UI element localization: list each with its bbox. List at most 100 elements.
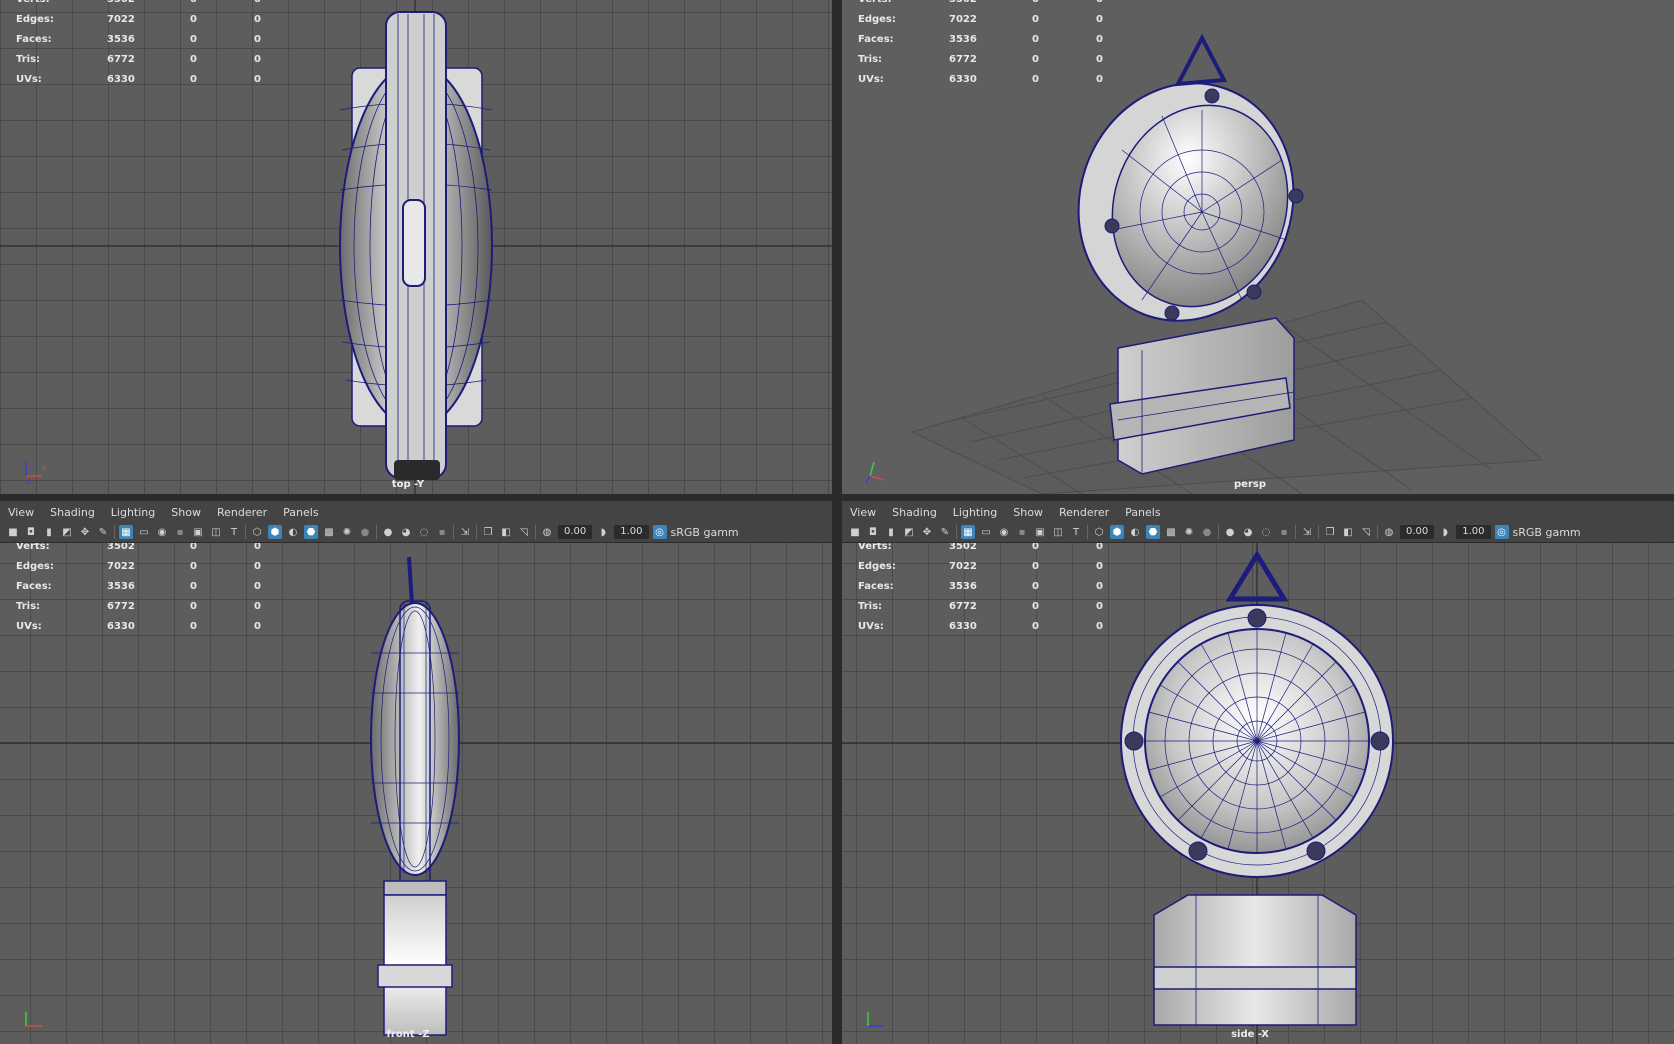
safe-action-icon[interactable]: ◫ xyxy=(1051,525,1065,539)
smooth-shade-icon[interactable]: ⬢ xyxy=(268,525,282,539)
image-plane-icon[interactable]: ◩ xyxy=(60,525,74,539)
viewport-persp[interactable]: Verts: 3502 0 0 Edges: 7022 0 0 Faces: 3536 0 0 T… xyxy=(842,0,1674,494)
viewport-side[interactable]: Verts: 3502 0 0 Edges: 7022 0 0 Faces: 3536 0 0 T… xyxy=(842,543,1674,1044)
camera-icon[interactable]: ■ xyxy=(848,525,862,539)
motion-blur-icon[interactable]: ◕ xyxy=(399,525,413,539)
depth-of-field-icon[interactable]: ▪ xyxy=(435,525,449,539)
film-gate-icon[interactable]: ▭ xyxy=(979,525,993,539)
panel-toolbar-side: ■ ◘ ▮ ◩ ✥ ✎ ▦ ▭ ◉ ▪ ▣ ◫ T ⬡ ⬢ ◐ ⬣ ▩ ✺ ● … xyxy=(842,522,1674,542)
safe-title-icon[interactable]: T xyxy=(227,525,241,539)
wireframe-on-shaded-icon[interactable]: ⬣ xyxy=(1146,525,1160,539)
viewport-front[interactable]: Verts: 3502 0 0 Edges: 7022 0 0 Faces: 3536 0 0 T… xyxy=(0,543,832,1044)
camera-attributes-icon[interactable]: ◘ xyxy=(24,525,38,539)
image-plane-icon[interactable]: ◩ xyxy=(902,525,916,539)
gate-mask-icon[interactable]: ▪ xyxy=(1015,525,1029,539)
menu-panels[interactable]: Panels xyxy=(1117,506,1168,519)
camera-attributes-icon[interactable]: ◘ xyxy=(866,525,880,539)
bookmark-icon[interactable]: ▮ xyxy=(884,525,898,539)
xray-icon[interactable]: ❐ xyxy=(481,525,495,539)
viewport-top[interactable]: Verts: 3502 0 0 Edges: 7022 0 0 Faces: 3536 0 0 T… xyxy=(0,0,832,494)
grid-icon[interactable]: ▦ xyxy=(961,525,975,539)
hud-value: 3536 xyxy=(107,581,135,592)
anti-aliasing-icon[interactable]: ◌ xyxy=(1259,525,1273,539)
isolate-icon[interactable]: ⇲ xyxy=(1300,525,1314,539)
xray-joints-icon[interactable]: ◹ xyxy=(1359,525,1373,539)
xray-icon[interactable]: ❐ xyxy=(1323,525,1337,539)
anti-aliasing-icon[interactable]: ◌ xyxy=(417,525,431,539)
hud-value: 6330 xyxy=(107,74,135,85)
hud-value: 0 xyxy=(190,581,197,592)
camera-icon[interactable]: ■ xyxy=(6,525,20,539)
view-transform-select[interactable]: sRGB gamm xyxy=(1513,526,1581,539)
hud-value: 6772 xyxy=(107,601,135,612)
gamma-icon[interactable]: ◗ xyxy=(1438,525,1452,539)
safe-title-icon[interactable]: T xyxy=(1069,525,1083,539)
menu-shading[interactable]: Shading xyxy=(42,506,103,519)
bookmark-icon[interactable]: ▮ xyxy=(42,525,56,539)
xray-joints-icon[interactable]: ◹ xyxy=(517,525,531,539)
wireframe-icon[interactable]: ⬡ xyxy=(1092,525,1106,539)
screen-space-ao-icon[interactable]: ● xyxy=(1223,525,1237,539)
menu-shading[interactable]: Shading xyxy=(884,506,945,519)
shadows-icon[interactable]: ● xyxy=(358,525,372,539)
menu-renderer[interactable]: Renderer xyxy=(1051,506,1117,519)
hud-value: 0 xyxy=(1032,0,1039,5)
screen-space-ao-icon[interactable]: ● xyxy=(381,525,395,539)
default-material-icon[interactable]: ◐ xyxy=(286,525,300,539)
wireframe-on-shaded-icon[interactable]: ⬣ xyxy=(304,525,318,539)
depth-of-field-icon[interactable]: ▪ xyxy=(1277,525,1291,539)
gate-mask-icon[interactable]: ▪ xyxy=(173,525,187,539)
shadows-icon[interactable]: ● xyxy=(1200,525,1214,539)
exposure-field[interactable]: 0.00 xyxy=(1400,525,1435,539)
resolution-gate-icon[interactable]: ◉ xyxy=(155,525,169,539)
light-icon[interactable]: ✺ xyxy=(340,525,354,539)
grid-icon[interactable]: ▦ xyxy=(119,525,133,539)
pan-zoom-icon[interactable]: ✥ xyxy=(920,525,934,539)
camera-label: persp xyxy=(1234,479,1266,490)
field-chart-icon[interactable]: ▣ xyxy=(191,525,205,539)
xray-active-icon[interactable]: ◧ xyxy=(499,525,513,539)
menu-show[interactable]: Show xyxy=(163,506,209,519)
menu-show[interactable]: Show xyxy=(1005,506,1051,519)
exposure-icon[interactable]: ◍ xyxy=(540,525,554,539)
hud-value: 7022 xyxy=(949,14,977,25)
menu-renderer[interactable]: Renderer xyxy=(209,506,275,519)
xray-active-icon[interactable]: ◧ xyxy=(1341,525,1355,539)
smooth-shade-icon[interactable]: ⬢ xyxy=(1110,525,1124,539)
view-transform-select[interactable]: sRGB gamm xyxy=(671,526,739,539)
resolution-gate-icon[interactable]: ◉ xyxy=(997,525,1011,539)
isolate-icon[interactable]: ⇲ xyxy=(458,525,472,539)
color-management-icon[interactable]: ◎ xyxy=(652,525,667,539)
gamma-field[interactable]: 1.00 xyxy=(614,525,649,539)
film-gate-icon[interactable]: ▭ xyxy=(137,525,151,539)
light-icon[interactable]: ✺ xyxy=(1182,525,1196,539)
pan-zoom-icon[interactable]: ✥ xyxy=(78,525,92,539)
viewport-splitter-horizontal[interactable] xyxy=(0,494,1674,501)
exposure-field[interactable]: 0.00 xyxy=(558,525,593,539)
wireframe-icon[interactable]: ⬡ xyxy=(250,525,264,539)
axis-gizmo-icon: x z xyxy=(25,462,47,484)
menu-panels[interactable]: Panels xyxy=(275,506,326,519)
camera-label: top -Y xyxy=(391,479,425,490)
gamma-field[interactable]: 1.00 xyxy=(1456,525,1491,539)
color-management-icon[interactable]: ◎ xyxy=(1494,525,1509,539)
default-material-icon[interactable]: ◐ xyxy=(1128,525,1142,539)
safe-action-icon[interactable]: ◫ xyxy=(209,525,223,539)
exposure-icon[interactable]: ◍ xyxy=(1382,525,1396,539)
hud-value: 0 xyxy=(190,561,197,572)
menu-lighting[interactable]: Lighting xyxy=(103,506,163,519)
grease-pencil-icon[interactable]: ✎ xyxy=(96,525,110,539)
motion-blur-icon[interactable]: ◕ xyxy=(1241,525,1255,539)
hud-value: 6772 xyxy=(949,54,977,65)
field-chart-icon[interactable]: ▣ xyxy=(1033,525,1047,539)
texture-icon[interactable]: ▩ xyxy=(322,525,336,539)
hud-value: 0 xyxy=(254,34,261,45)
menu-lighting[interactable]: Lighting xyxy=(945,506,1005,519)
gamma-icon[interactable]: ◗ xyxy=(596,525,610,539)
viewport-splitter-vertical[interactable] xyxy=(832,0,842,1044)
grease-pencil-icon[interactable]: ✎ xyxy=(938,525,952,539)
axis-gizmo-icon xyxy=(25,1012,42,1027)
menu-view[interactable]: View xyxy=(842,506,884,519)
texture-icon[interactable]: ▩ xyxy=(1164,525,1178,539)
menu-view[interactable]: View xyxy=(0,506,42,519)
